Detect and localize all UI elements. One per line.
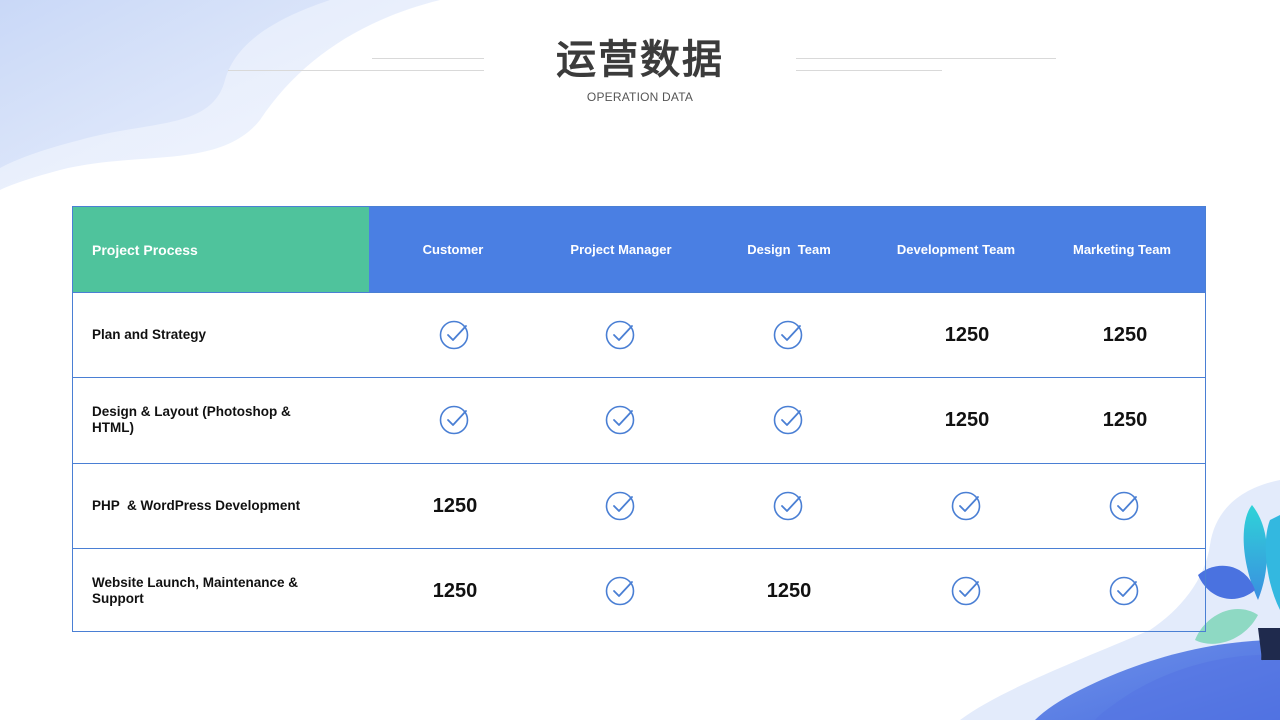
header-design-team: Design Team — [747, 242, 831, 257]
row-label: Plan and Strategy — [92, 327, 207, 342]
check-circle-icon — [605, 320, 635, 350]
check-circle-icon — [1109, 576, 1139, 606]
table-row: Website Launch, Maintenance & Support 125… — [73, 548, 1205, 633]
check-circle-icon — [773, 405, 803, 435]
header-project-manager: Project Manager — [570, 242, 672, 257]
header-project-process: Project Process — [73, 207, 369, 292]
header-marketing-team: Marketing Team — [1072, 242, 1171, 257]
check-icon — [561, 464, 681, 548]
check-circle-icon — [951, 576, 981, 606]
check-circle-icon — [951, 491, 981, 521]
check-icon — [395, 378, 515, 462]
check-circle-icon — [605, 491, 635, 521]
check-circle-icon — [773, 320, 803, 350]
check-icon — [729, 464, 849, 548]
check-icon — [729, 293, 849, 377]
process-table: Project Process Customer Project Manager… — [72, 206, 1206, 632]
check-icon — [907, 549, 1027, 633]
value-cell: 1250 — [1102, 323, 1148, 346]
table-row: Design & Layout (Photoshop & HTML) 1250 12… — [73, 377, 1205, 462]
row-label: Design & Layout (Photoshop & HTML) — [92, 404, 295, 435]
header-development-team: Development Team — [896, 242, 1016, 257]
check-circle-icon — [1109, 491, 1139, 521]
value-cell: 1250 — [944, 408, 990, 431]
row-label: Website Launch, Maintenance & Support — [92, 575, 302, 606]
table-header-row: Project Process Customer Project Manager… — [73, 207, 1205, 292]
title-block: 运营数据 OPERATION DATA — [0, 30, 1280, 104]
check-icon — [1065, 464, 1185, 548]
check-circle-icon — [439, 405, 469, 435]
check-icon — [1065, 549, 1185, 633]
value-cell: 1250 — [944, 323, 990, 346]
check-icon — [907, 464, 1027, 548]
check-icon — [561, 549, 681, 633]
header-customer: Customer — [422, 242, 484, 257]
check-circle-icon — [773, 491, 803, 521]
check-icon — [395, 293, 515, 377]
check-circle-icon — [605, 405, 635, 435]
table-row: Plan and Strategy 1250 1250 — [73, 292, 1205, 377]
check-icon — [561, 293, 681, 377]
check-circle-icon — [439, 320, 469, 350]
page-subtitle: OPERATION DATA — [586, 90, 694, 104]
row-label: PHP & WordPress Development — [92, 498, 301, 513]
check-icon — [729, 378, 849, 462]
value-cell: 1250 — [432, 579, 478, 602]
value-cell: 1250 — [1102, 408, 1148, 431]
value-cell: 1250 — [766, 579, 812, 602]
value-cell: 1250 — [432, 494, 478, 517]
table-row: PHP & WordPress Development 1250 — [73, 463, 1205, 548]
check-circle-icon — [605, 576, 635, 606]
check-icon — [561, 378, 681, 462]
page-title: 运营数据 — [556, 37, 724, 83]
plant-decoration — [1195, 505, 1280, 661]
